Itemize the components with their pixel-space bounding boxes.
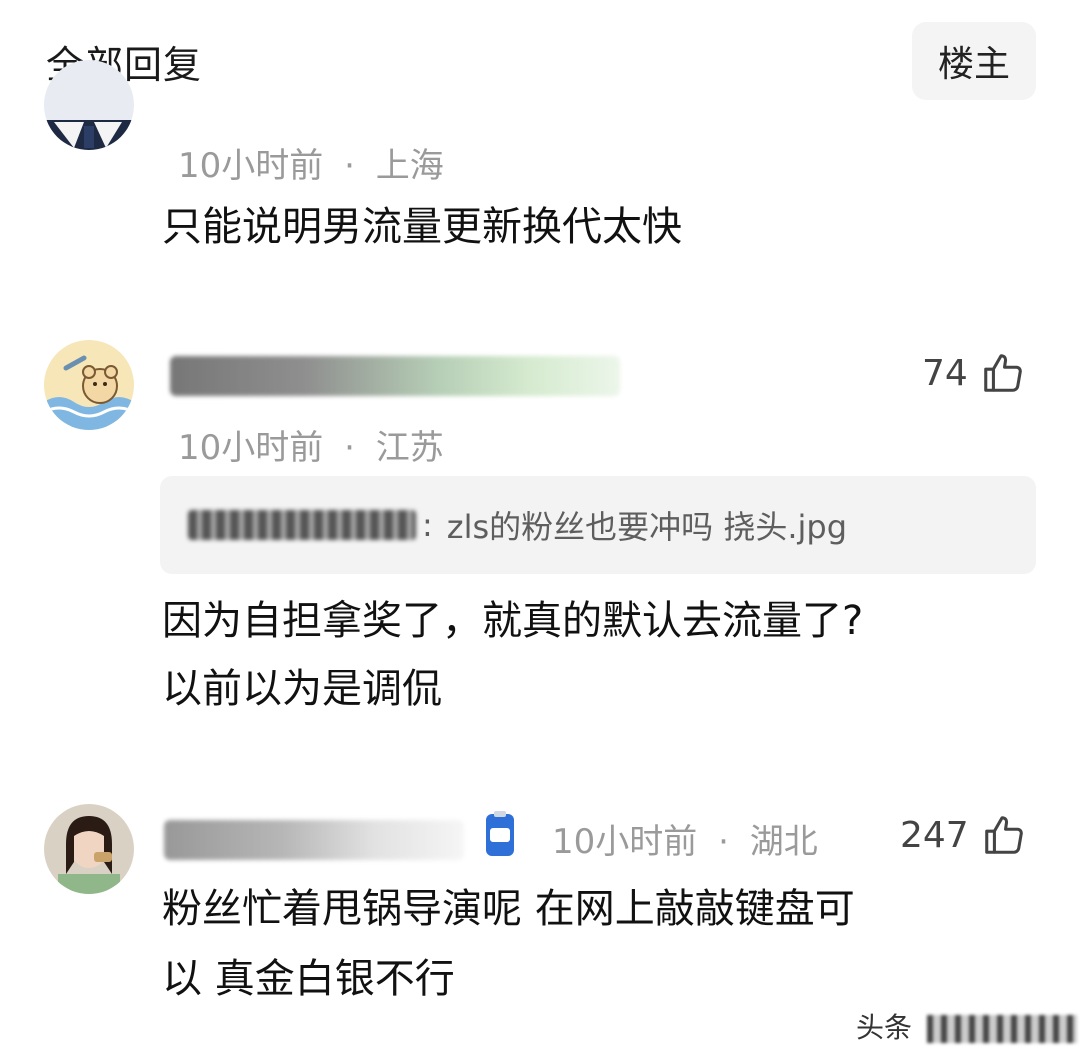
comment-content: 只能说明男流量更新换代太快 (162, 204, 682, 250)
watermark-prefix: 头条 (856, 1011, 913, 1044)
can-badge-icon (486, 811, 514, 856)
watermark: 头条 (856, 1006, 1077, 1046)
comment-meta: 10小时前 · 江苏 (178, 420, 444, 469)
comment-time: 10小时前 (552, 822, 698, 862)
watermark-redacted (926, 1015, 1077, 1043)
avatar[interactable] (44, 60, 134, 150)
comment-location: 湖北 (749, 822, 818, 862)
like-count: 74 (922, 352, 968, 394)
avatar[interactable] (44, 804, 134, 894)
thumbs-up-icon (981, 812, 1027, 858)
quoted-reply[interactable]: : zls的粉丝也要冲吗 挠头.jpg (160, 476, 1036, 574)
comment-thread: 全部回复 楼主 10小时前 · 上海 只能说明男流量更新换代太快 74 10小时… (0, 0, 1080, 1061)
quote-colon: : (422, 506, 433, 544)
quoted-text: zls的粉丝也要冲吗 挠头.jpg (446, 508, 848, 546)
quoted-username-redacted (188, 510, 416, 540)
comment-content-line: 以前以为是调侃 (162, 666, 442, 712)
thumbs-up-icon (980, 350, 1026, 396)
comment-content-line: 因为自担拿奖了，就真的默认去流量了? (162, 598, 864, 644)
comment-location: 上海 (375, 146, 444, 186)
meta-separator: · (344, 146, 355, 186)
comment-content-line: 以 真金白银不行 (162, 956, 455, 1002)
comment-time: 10小时前 (178, 428, 324, 468)
comment-content-line: 粉丝忙着甩锅导演呢 在网上敲敲键盘可 (162, 886, 855, 932)
comment-time: 10小时前 (178, 146, 324, 186)
like-count: 247 (900, 814, 969, 856)
like-control[interactable]: 74 (922, 350, 1026, 396)
comment-meta: 10小时前 · 湖北 (552, 814, 818, 863)
comment-location: 江苏 (375, 428, 444, 468)
comment-meta: 10小时前 · 上海 (178, 138, 444, 187)
avatar[interactable] (44, 340, 134, 430)
username-redacted[interactable] (164, 820, 464, 860)
op-filter-button[interactable]: 楼主 (912, 22, 1036, 100)
like-control[interactable]: 247 (900, 812, 1027, 858)
username-redacted[interactable] (170, 356, 620, 396)
meta-separator: · (718, 822, 729, 862)
meta-separator: · (344, 428, 355, 468)
